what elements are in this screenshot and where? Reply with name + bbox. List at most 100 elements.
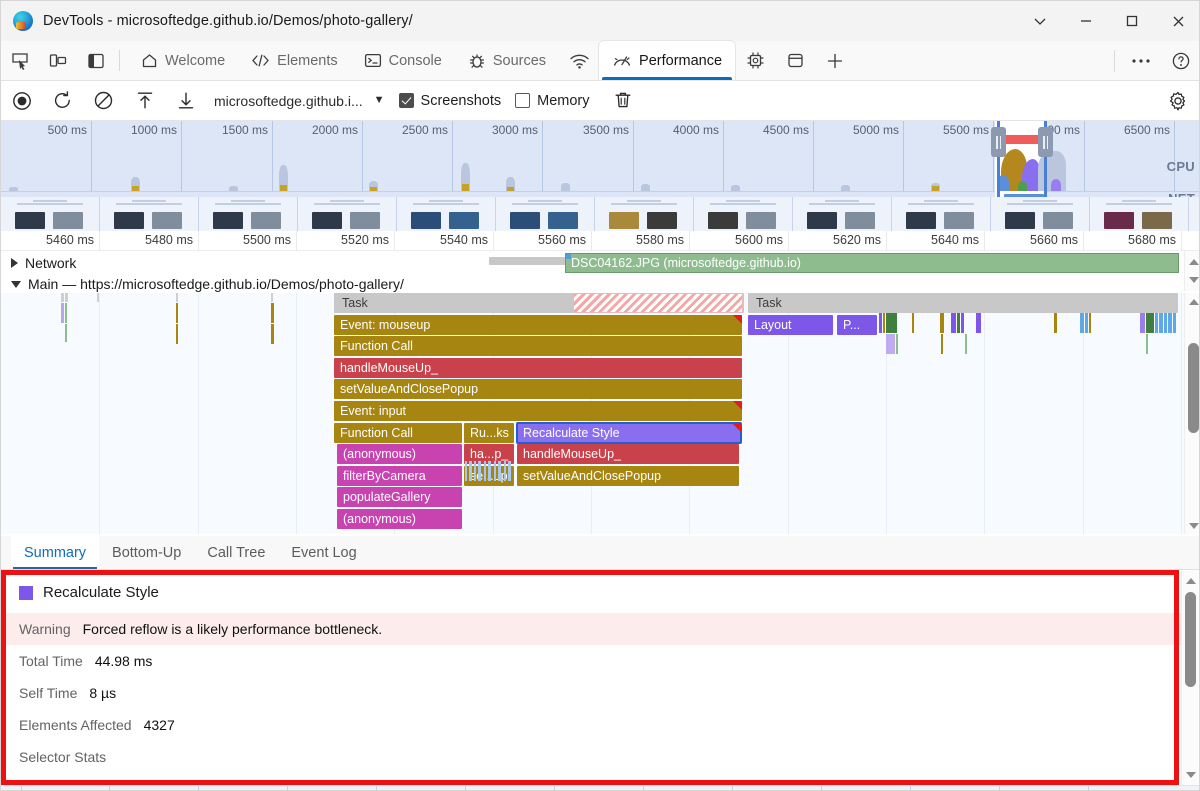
flame-bar[interactable]: (anonymous) bbox=[337, 444, 462, 464]
filmstrip-screenshot[interactable] bbox=[1090, 197, 1189, 231]
flame-bar[interactable]: handleMouseUp_ bbox=[334, 358, 742, 378]
filmstrip-screenshot[interactable] bbox=[100, 197, 199, 231]
flame-bar[interactable]: Layout bbox=[748, 315, 833, 335]
scroll-up-icon[interactable] bbox=[1185, 253, 1200, 270]
clear-button[interactable] bbox=[83, 81, 124, 121]
screenshot-thumb-left bbox=[1104, 212, 1134, 229]
flame-bar[interactable]: Function Call bbox=[334, 423, 462, 443]
overview-tick: 4000 ms bbox=[723, 121, 724, 191]
filmstrip-screenshot[interactable] bbox=[595, 197, 694, 231]
filmstrip-screenshot[interactable] bbox=[1, 197, 100, 231]
screenshots-checkbox-box[interactable] bbox=[399, 93, 414, 108]
summary-scrollbar-thumb[interactable] bbox=[1185, 592, 1196, 687]
triangle-right-icon[interactable] bbox=[11, 258, 18, 268]
flame-bar[interactable]: P... bbox=[837, 315, 877, 335]
flame-scroll-down-icon[interactable] bbox=[1185, 517, 1200, 534]
main-track-header[interactable]: Main — https://microsoftedge.github.io/D… bbox=[1, 275, 1200, 293]
network-request-bar[interactable]: DSC04162.JPG (microsoftedge.github.io) bbox=[565, 253, 1179, 273]
flame-bar-selected[interactable]: Recalculate Style bbox=[517, 423, 741, 443]
network-bar-queued[interactable] bbox=[489, 257, 571, 265]
overview-tick-label: 4500 ms bbox=[763, 123, 809, 137]
flame-bar[interactable]: setValueAndClosePopup bbox=[334, 379, 742, 399]
network-wifi-icon[interactable] bbox=[559, 41, 599, 80]
flame-bar[interactable]: Task bbox=[748, 293, 1178, 313]
overview-tick: 1500 ms bbox=[272, 121, 273, 191]
filmstrip-screenshot[interactable] bbox=[199, 197, 298, 231]
reload-and-record-button[interactable] bbox=[42, 81, 83, 121]
tab-console[interactable]: Console bbox=[351, 41, 455, 80]
application-storage-icon[interactable] bbox=[775, 41, 815, 80]
help-button[interactable] bbox=[1161, 41, 1200, 81]
detail-tab-summary[interactable]: Summary bbox=[11, 536, 99, 569]
flame-bar[interactable]: populateGallery bbox=[337, 487, 462, 507]
dock-side-icon[interactable] bbox=[77, 41, 115, 80]
code-brackets-icon bbox=[251, 52, 270, 69]
record-button[interactable] bbox=[1, 81, 42, 121]
device-emulation-icon[interactable] bbox=[39, 41, 77, 80]
memory-checkbox[interactable]: Memory bbox=[515, 93, 589, 109]
overview-right-grip-icon[interactable] bbox=[1038, 127, 1053, 157]
network-track-header[interactable]: Network DSC04162.JPG (microsoftedge.gith… bbox=[1, 251, 1200, 275]
flame-bar[interactable]: (anonymous) bbox=[337, 509, 462, 529]
summary-scrollbar[interactable] bbox=[1181, 570, 1198, 785]
filmstrip-screenshot[interactable] bbox=[793, 197, 892, 231]
filmstrip-screenshot[interactable] bbox=[397, 197, 496, 231]
add-panel-plus-icon[interactable] bbox=[815, 41, 855, 80]
tab-sources[interactable]: Sources bbox=[455, 41, 559, 80]
minimize-button[interactable] bbox=[1063, 1, 1109, 41]
filmstrip-screenshot[interactable] bbox=[298, 197, 397, 231]
filmstrip-screenshot[interactable] bbox=[991, 197, 1090, 231]
load-profile-button[interactable] bbox=[124, 81, 165, 121]
caret-down-icon[interactable]: ▼ bbox=[374, 95, 385, 106]
detail-tab-call-tree[interactable]: Call Tree bbox=[194, 536, 278, 569]
overview-cpu-script-spike bbox=[370, 187, 377, 191]
flame-bar[interactable]: Event: input bbox=[334, 401, 742, 421]
detail-tab-event-log[interactable]: Event Log bbox=[278, 536, 369, 569]
flame-bar[interactable]: Ru...ks bbox=[464, 423, 514, 443]
gear-icon[interactable] bbox=[1155, 90, 1200, 112]
more-options-button[interactable] bbox=[1121, 41, 1161, 81]
filmstrip-screenshot[interactable] bbox=[1189, 197, 1200, 231]
trash-icon[interactable] bbox=[606, 90, 640, 111]
triangle-down-icon[interactable] bbox=[11, 281, 21, 288]
filmstrip-screenshot[interactable] bbox=[892, 197, 991, 231]
flame-bar[interactable]: filterByCamera bbox=[337, 466, 462, 486]
tab-welcome[interactable]: Welcome bbox=[128, 41, 238, 80]
title-bar: DevTools - microsoftedge.github.io/Demos… bbox=[1, 1, 1200, 41]
flame-bar[interactable]: setValueAndClosePopup bbox=[517, 466, 739, 486]
tab-elements[interactable]: Elements bbox=[238, 41, 350, 80]
detail-tab-bottom-up[interactable]: Bottom-Up bbox=[99, 536, 194, 569]
flame-chart[interactable]: TaskTaskEvent: mouseupLayoutP...Function… bbox=[1, 293, 1200, 534]
profile-selector-label[interactable]: microsoftedge.github.i... bbox=[214, 93, 363, 109]
main-track-title[interactable]: Main — https://microsoftedge.github.io/D… bbox=[1, 275, 1200, 293]
flame-bar[interactable]: Function Call bbox=[334, 336, 742, 356]
filmstrip-screenshot[interactable] bbox=[496, 197, 595, 231]
summary-row-key[interactable]: Selector Stats bbox=[19, 749, 106, 765]
flame-chart-scrollbar[interactable] bbox=[1184, 293, 1200, 534]
flame-scrollbar-thumb[interactable] bbox=[1188, 343, 1199, 433]
scroll-down-icon[interactable] bbox=[1185, 271, 1200, 288]
screenshot-thumb-left bbox=[609, 212, 639, 229]
flame-bar[interactable] bbox=[573, 293, 743, 313]
flame-bar[interactable]: Event: mouseup bbox=[334, 315, 742, 335]
save-profile-button[interactable] bbox=[165, 81, 206, 121]
summary-scroll-up-icon[interactable] bbox=[1182, 572, 1199, 589]
close-button[interactable] bbox=[1155, 1, 1200, 41]
maximize-button[interactable] bbox=[1109, 1, 1155, 41]
detail-tick-label: 5500 ms bbox=[243, 233, 291, 247]
memory-checkbox-box[interactable] bbox=[515, 93, 530, 108]
flame-bar-label: Recalculate Style bbox=[523, 426, 620, 440]
flame-scroll-up-icon[interactable] bbox=[1185, 293, 1200, 310]
inspect-element-icon[interactable] bbox=[1, 41, 39, 80]
filmstrip-screenshot[interactable] bbox=[694, 197, 793, 231]
overview-left-grip-icon[interactable] bbox=[991, 127, 1006, 157]
memory-chip-icon[interactable] bbox=[735, 41, 775, 80]
summary-scroll-down-icon[interactable] bbox=[1182, 766, 1199, 783]
flame-bar[interactable]: handleMouseUp_ bbox=[517, 444, 739, 464]
tab-performance[interactable]: Performance bbox=[599, 41, 735, 80]
screenshots-checkbox[interactable]: Screenshots bbox=[399, 93, 502, 109]
screenshot-filmstrip[interactable] bbox=[1, 197, 1200, 231]
more-chevron-button[interactable] bbox=[1017, 1, 1063, 41]
network-track-scrollbar[interactable] bbox=[1184, 251, 1200, 291]
detail-tick: 5560 ms bbox=[591, 231, 592, 251]
